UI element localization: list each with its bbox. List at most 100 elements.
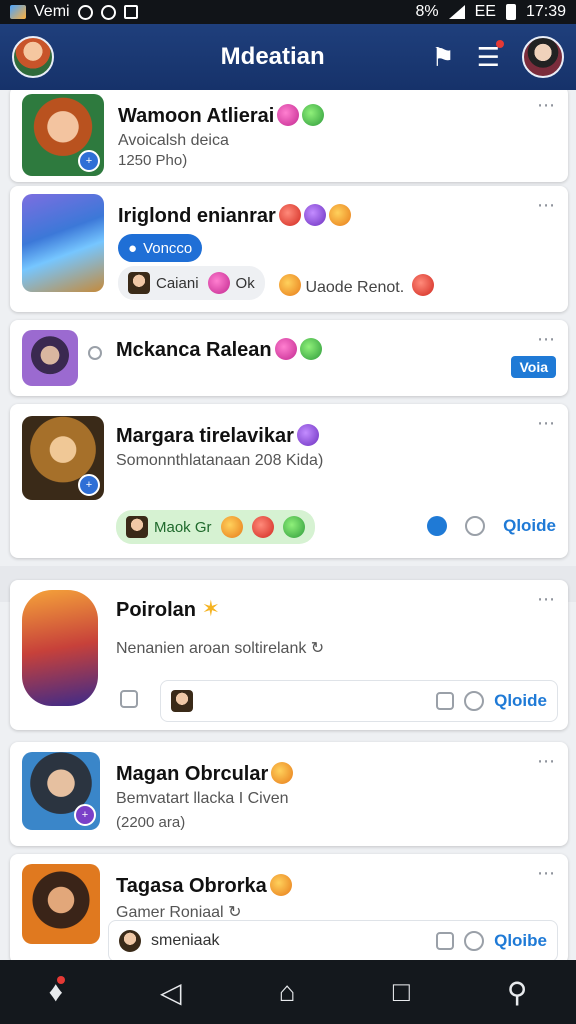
mini-avatar: [126, 516, 148, 538]
chip-right-label: Uaode Renot.: [276, 274, 434, 297]
vote-button[interactable]: Voia: [511, 356, 556, 378]
mini-avatar: [171, 690, 193, 712]
emoji-icon: [282, 516, 305, 538]
more-options-icon[interactable]: ⋯: [537, 330, 556, 348]
image-icon[interactable]: [436, 932, 455, 950]
location-icon[interactable]: [427, 516, 448, 536]
timer-icon[interactable]: [465, 516, 486, 536]
feed-card[interactable]: + Magan Obrcular Bemvatart llacka I Cive…: [10, 742, 568, 846]
card-subtitle: Somonnthlatanaan 208 Kida): [116, 452, 324, 469]
level-badge-icon: +: [78, 150, 100, 172]
card-thumbnail[interactable]: +: [22, 416, 104, 500]
carrier-name: Vemi: [34, 3, 70, 20]
reaction-chip[interactable]: Maok Gr: [116, 510, 315, 544]
feed-card[interactable]: + Wamoon Atlierai Avoicalsh deica 1250 P…: [10, 90, 568, 182]
card-meta: 1250 Pho): [118, 152, 188, 169]
action-button[interactable]: Qloibe: [494, 931, 547, 951]
search-icon[interactable]: ⚲: [507, 976, 528, 1009]
more-options-icon[interactable]: ⋯: [537, 864, 556, 882]
card-title: Tagasa Obrorka: [116, 874, 292, 898]
reply-box[interactable]: Qloide: [160, 680, 558, 722]
emoji-icon: [302, 104, 325, 126]
card-title: Margara tirelavikar: [116, 424, 319, 448]
back-icon[interactable]: ◁: [160, 976, 182, 1009]
emoji-icon: [251, 516, 274, 538]
reaction-chip[interactable]: Caiani Ok: [118, 266, 265, 300]
card-thumbnail[interactable]: +: [22, 94, 104, 176]
feed-card[interactable]: Poirolan ✶ Nenanien aroan soltirelank ↻ …: [10, 580, 568, 730]
reply-box[interactable]: smeniaak Qloibe: [108, 920, 558, 960]
card-subtitle: Nenanien aroan soltirelank ↻: [116, 640, 325, 657]
more-options-icon[interactable]: ⋯: [537, 752, 556, 770]
home-icon[interactable]: ⌂: [279, 976, 296, 1008]
user-avatar-icon[interactable]: [522, 36, 564, 78]
emoji-icon: [328, 204, 351, 226]
app-title: Mdeatian: [220, 43, 325, 70]
card-subtitle: Bemvatart llacka I Civen: [116, 790, 289, 807]
app-bar: Mdeatian ⚑ ☰: [0, 24, 576, 90]
more-options-icon[interactable]: ⋯: [537, 96, 556, 114]
radio-icon[interactable]: [88, 346, 102, 360]
refresh-icon: ↻: [228, 904, 242, 921]
feed-list[interactable]: + Wamoon Atlierai Avoicalsh deica 1250 P…: [0, 90, 576, 960]
emoji-icon: [271, 762, 294, 784]
more-options-icon[interactable]: ⋯: [537, 196, 556, 214]
notifications-icon[interactable]: ♦: [49, 976, 65, 1008]
card-thumbnail[interactable]: [22, 330, 78, 386]
network-label: EE: [474, 3, 496, 20]
tag-pill[interactable]: ● Voncco: [118, 234, 203, 262]
screenshot-icon: [123, 5, 138, 19]
emoji-icon: [411, 274, 434, 296]
notification-bell-icon[interactable]: ⚑: [431, 42, 454, 73]
system-nav-bar: ♦ ◁ ⌂ □ ⚲: [0, 960, 576, 1024]
mask-icon: [279, 274, 301, 296]
emoji-icon: [277, 104, 300, 126]
emoji-icon: [207, 272, 230, 294]
action-button[interactable]: Qloide: [503, 516, 556, 536]
action-row: Qloide: [427, 516, 556, 536]
timer-icon[interactable]: [464, 691, 485, 711]
feed-card[interactable]: Iriglond enianrar ● Voncco Caiani Ok Uaode…: [10, 186, 568, 312]
mini-avatar: [128, 272, 150, 294]
mini-avatar: [119, 930, 141, 952]
card-title: Iriglond enianrar: [118, 204, 351, 228]
emoji-icon: [274, 338, 297, 360]
card-thumbnail[interactable]: [22, 194, 104, 292]
emoji-icon: [299, 338, 322, 360]
sync-icon: [77, 4, 93, 20]
battery-icon: [505, 4, 516, 20]
recents-icon[interactable]: □: [393, 976, 410, 1008]
emoji-icon: [296, 424, 319, 446]
feed-card[interactable]: Mckanca Ralean Voia ⋯: [10, 320, 568, 396]
feed-card[interactable]: + Margara tirelavikar Somonnthlatanaan 2…: [10, 404, 568, 558]
reply-text: smeniaak: [151, 932, 220, 949]
card-thumbnail[interactable]: [22, 864, 100, 944]
emoji-icon: [269, 874, 292, 896]
emoji-icon: [278, 204, 301, 226]
share-icon[interactable]: [120, 690, 138, 708]
level-badge-icon: +: [74, 804, 96, 826]
star-icon: ✶: [201, 596, 221, 621]
card-title: Magan Obrcular: [116, 762, 294, 786]
card-thumbnail[interactable]: [22, 590, 98, 706]
card-subtitle: Gamer Roniaal ↻: [116, 904, 242, 921]
more-options-icon[interactable]: ⋯: [537, 590, 556, 608]
menu-list-icon[interactable]: ☰: [477, 39, 504, 73]
record-icon: [100, 4, 116, 20]
refresh-icon: ↻: [310, 640, 325, 657]
card-thumbnail[interactable]: +: [22, 752, 100, 830]
image-icon[interactable]: [436, 692, 455, 710]
signal-percent: 8%: [415, 3, 439, 20]
card-title: Mckanca Ralean: [116, 338, 322, 362]
gallery-notification-icon: [10, 5, 26, 19]
action-button[interactable]: Qloide: [494, 691, 547, 711]
more-options-icon[interactable]: ⋯: [537, 414, 556, 432]
unread-dot: [56, 976, 65, 984]
status-bar: Vemi 8% EE 17:39: [0, 0, 576, 24]
card-title: Poirolan ✶: [116, 596, 221, 621]
timer-icon[interactable]: [464, 931, 485, 951]
unread-dot: [496, 39, 504, 48]
feed-card[interactable]: Tagasa Obrorka Gamer Roniaal ↻ smeniaak …: [10, 854, 568, 960]
hero-avatar-icon[interactable]: [12, 36, 54, 78]
emoji-icon: [220, 516, 243, 538]
